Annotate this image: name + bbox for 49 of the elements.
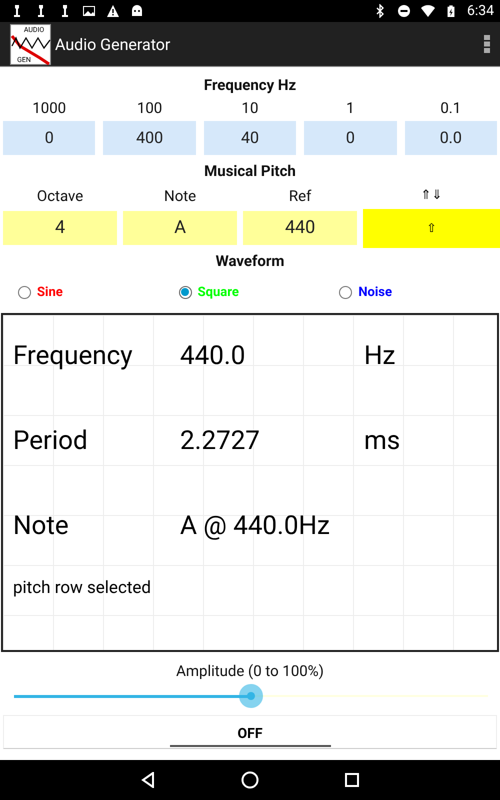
readout-value: 2.2727 [180, 426, 261, 456]
direction-button[interactable]: ⇧ [363, 209, 500, 248]
clock: 6:34 [467, 3, 494, 19]
pitch-field[interactable]: 4 [3, 211, 118, 245]
readout-unit: Hz [364, 340, 396, 370]
column-label: 0.1 [440, 99, 462, 117]
pitch-field[interactable]: 440 [243, 211, 358, 245]
readout-value: 440.0 [180, 340, 246, 370]
back-icon[interactable] [141, 772, 155, 788]
status-message: pitch row selected [13, 578, 152, 598]
warning-icon [106, 4, 120, 18]
column-label: 100 [136, 99, 162, 117]
section-title: Waveform [216, 252, 284, 270]
digit-field[interactable]: 0.0 [404, 121, 497, 155]
radio-indicator[interactable] [18, 286, 31, 298]
app-title: Audio Generator [55, 34, 172, 54]
column-label: 1 [346, 99, 355, 117]
radio-indicator[interactable] [178, 286, 192, 298]
digit-field[interactable]: 0 [304, 121, 397, 155]
pitch-field[interactable]: A [123, 211, 238, 245]
readout-label: Frequency [13, 340, 134, 370]
overflow-menu-icon[interactable] [484, 35, 490, 53]
column-label: 10 [242, 99, 258, 117]
power-toggle-button[interactable]: OFF [3, 715, 497, 749]
recents-icon[interactable] [345, 773, 359, 787]
slider-thumb[interactable] [239, 684, 263, 708]
home-icon[interactable] [241, 771, 259, 789]
waveform-radio[interactable]: Noise [339, 279, 392, 305]
readout-value: A @ 440.0Hz [180, 510, 331, 540]
column-label: Ref [288, 187, 312, 205]
image-icon [82, 4, 96, 18]
digit-field[interactable]: 400 [103, 121, 196, 155]
column-label: Octave [36, 187, 84, 205]
readout-label: Note [13, 510, 70, 540]
column-label: 1000 [32, 99, 66, 117]
wifi-icon [421, 4, 435, 18]
battery-icon [445, 4, 457, 18]
digit-field[interactable]: 0 [3, 121, 96, 155]
readout-label: Period [13, 426, 89, 456]
section-title: Musical Pitch [204, 162, 296, 180]
do-not-disturb-icon [397, 4, 411, 18]
slider-label: Amplitude (0 to 100%) [176, 662, 324, 680]
column-label: ⇑⇓ [420, 188, 443, 203]
waveform-radio[interactable]: Sine [18, 279, 63, 305]
digit-field[interactable]: 40 [204, 121, 296, 155]
column-label: Note [164, 187, 196, 205]
radio-indicator[interactable] [339, 286, 352, 298]
readout-unit: ms [364, 426, 402, 456]
section-title: Frequency Hz [204, 76, 296, 94]
